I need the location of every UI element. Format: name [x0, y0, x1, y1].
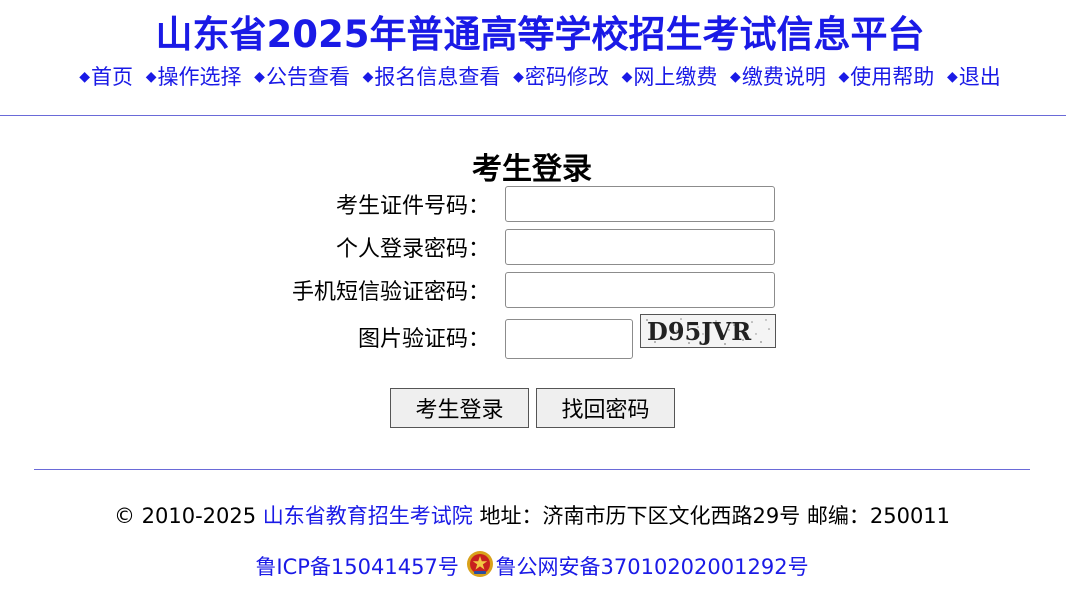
- nav-label: 网上缴费: [633, 65, 718, 89]
- footer-records: 鲁ICP备15041457号 鲁公网安备37010202001292号: [0, 550, 1064, 583]
- copyright-text: © 2010-2025: [113, 504, 257, 528]
- nav-announcements[interactable]: ◆公告查看: [254, 65, 350, 89]
- nav-logout[interactable]: ◆退出: [947, 65, 1001, 89]
- police-record-link[interactable]: 鲁公网安备37010202001292号: [496, 555, 809, 579]
- captcha-label: 图片验证码：: [357, 327, 490, 352]
- recover-password-button[interactable]: 找回密码: [536, 388, 675, 428]
- nav-payment-instructions[interactable]: ◆缴费说明: [730, 65, 826, 89]
- diamond-bullet-icon: ◆: [946, 69, 958, 85]
- login-title: 考生登录: [472, 152, 592, 187]
- id-number-input[interactable]: [505, 186, 775, 222]
- diamond-bullet-icon: ◆: [838, 69, 850, 85]
- header-divider: [0, 115, 1066, 116]
- nav-label: 使用帮助: [850, 65, 935, 89]
- icp-link[interactable]: 鲁ICP备15041457号: [255, 555, 458, 579]
- nav-label: 首页: [91, 65, 134, 89]
- footer-divider: [34, 469, 1030, 470]
- password-input[interactable]: [505, 229, 775, 265]
- diamond-bullet-icon: ◆: [145, 69, 157, 85]
- diamond-bullet-icon: ◆: [362, 69, 374, 85]
- nav-label: 报名信息查看: [374, 65, 501, 89]
- captcha-image[interactable]: D95JVR: [640, 314, 776, 348]
- diamond-bullet-icon: ◆: [621, 69, 633, 85]
- page: 山东省2025年普通高等学校招生考试信息平台 ◆首页 ◆操作选择 ◆公告查看 ◆…: [0, 0, 1080, 595]
- nav-label: 退出: [958, 65, 1001, 89]
- nav-label: 缴费说明: [741, 65, 826, 89]
- site-title: 山东省2025年普通高等学校招生考试信息平台: [155, 13, 925, 56]
- nav-help[interactable]: ◆使用帮助: [839, 65, 935, 89]
- nav-registration-info[interactable]: ◆报名信息查看: [363, 65, 501, 89]
- nav-online-payment[interactable]: ◆网上缴费: [622, 65, 718, 89]
- captcha-input[interactable]: [505, 319, 633, 359]
- diamond-bullet-icon: ◆: [79, 69, 91, 85]
- diamond-bullet-icon: ◆: [513, 69, 524, 85]
- password-label: 个人登录密码：: [335, 237, 490, 262]
- top-nav: ◆首页 ◆操作选择 ◆公告查看 ◆报名信息查看 ◆密码修改 ◆网上缴费 ◆缴费说…: [0, 62, 1080, 92]
- nav-change-password[interactable]: ◆密码修改: [513, 65, 609, 89]
- captcha-text: D95JVR: [647, 317, 752, 346]
- login-button[interactable]: 考生登录: [390, 388, 529, 428]
- nav-home[interactable]: ◆首页: [79, 65, 133, 89]
- diamond-bullet-icon: ◆: [730, 69, 741, 85]
- nav-operation-select[interactable]: ◆操作选择: [146, 65, 242, 89]
- nav-label: 操作选择: [157, 65, 242, 89]
- address-text: 地址：济南市历下区文化西路29号 邮编：250011: [479, 504, 951, 528]
- diamond-bullet-icon: ◆: [254, 69, 265, 85]
- org-link[interactable]: 山东省教育招生考试院: [263, 504, 473, 528]
- nav-label: 密码修改: [524, 65, 609, 89]
- nav-label: 公告查看: [265, 65, 350, 89]
- sms-code-input[interactable]: [505, 272, 775, 308]
- police-emblem-icon: [466, 550, 494, 578]
- id-number-label: 考生证件号码：: [335, 194, 490, 219]
- sms-code-label: 手机短信验证密码：: [291, 280, 490, 305]
- footer-info: © 2010-2025 山东省教育招生考试院 地址：济南市历下区文化西路29号 …: [0, 500, 1064, 532]
